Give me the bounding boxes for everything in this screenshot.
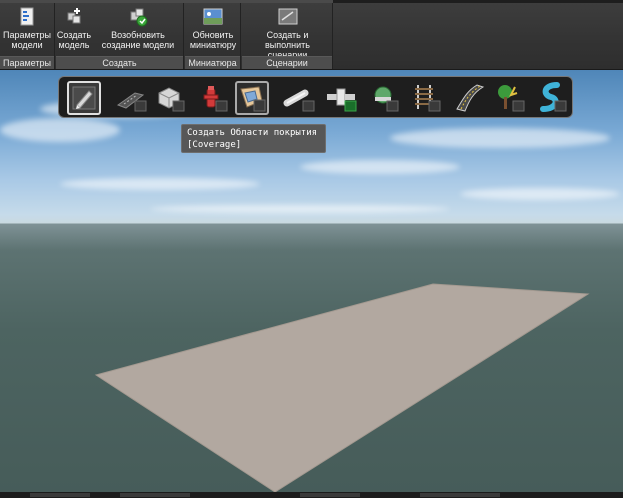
building-icon [158,87,185,112]
pencil-icon [72,86,96,110]
resume-model-creation-label: Возобновить создание модели [101,30,175,50]
create-model-icon [64,7,84,27]
tree-tool[interactable] [493,81,527,115]
bottom-toolbar-strip [0,492,623,498]
panel-title-parameters: Параметры [0,56,54,69]
model-settings-label: Параметры модели [3,30,51,50]
tooltip-command: [Coverage] [187,140,242,150]
update-thumbnail-label: Обновить миниатюру [189,30,237,50]
panel-parameters: Параметры модели Параметры [0,3,55,69]
panel-thumbnail: Обновить миниатюру Миниатюра [185,3,241,69]
pipe-icon [283,89,315,112]
resume-model-creation-icon [128,7,148,27]
panel-scenarios: Создать и выполнить сценарии Сценарии [242,3,333,69]
road-tool[interactable] [115,81,149,115]
thumbnail-icon [203,7,223,27]
bridge-icon [456,84,485,112]
panel-title-create: Создать [56,56,183,69]
railway-tool[interactable] [409,81,443,115]
pressure-network-icon [374,86,399,112]
coverage-area-icon [240,86,266,112]
pipe-tool[interactable] [283,81,317,115]
sketch-tool[interactable] [67,81,101,115]
tooltip-title: Создать Области покрытия [187,128,318,138]
create-model-label: Создать модель [56,30,92,50]
tool-palette [58,76,573,118]
model-settings-button[interactable]: Параметры модели [2,5,52,50]
fitting-icon [327,88,357,112]
ribbon: Параметры модели Параметры Создать модел… [0,0,623,70]
panel-create: Создать модель Возобновить создание моде… [56,3,184,69]
panel-title-thumbnail: Миниатюра [185,56,240,69]
coverage-tool[interactable] [235,81,269,115]
tree-icon [498,85,525,112]
river-tool[interactable] [535,81,569,115]
create-model-button[interactable]: Создать модель [56,5,92,50]
run-scenarios-button[interactable]: Создать и выполнить сценарии [246,5,329,60]
panel-title-scenarios: Сценарии [242,56,332,69]
scenario-icon [278,7,298,27]
railway-icon [415,85,441,112]
bridge-tool[interactable] [453,81,487,115]
river-icon [540,82,567,112]
hydrant-tool[interactable] [196,81,230,115]
building-tool[interactable] [153,81,187,115]
pipe-fitting-tool[interactable] [325,81,359,115]
hydrant-icon [203,86,228,112]
update-thumbnail-button[interactable]: Обновить миниатюру [187,5,239,50]
road-icon [116,92,147,112]
tooltip: Создать Области покрытия [Coverage] [181,124,326,153]
model-settings-icon [17,7,37,27]
resume-model-creation-button[interactable]: Возобновить создание модели [92,5,184,50]
pressure-pipe-tool[interactable] [367,81,401,115]
